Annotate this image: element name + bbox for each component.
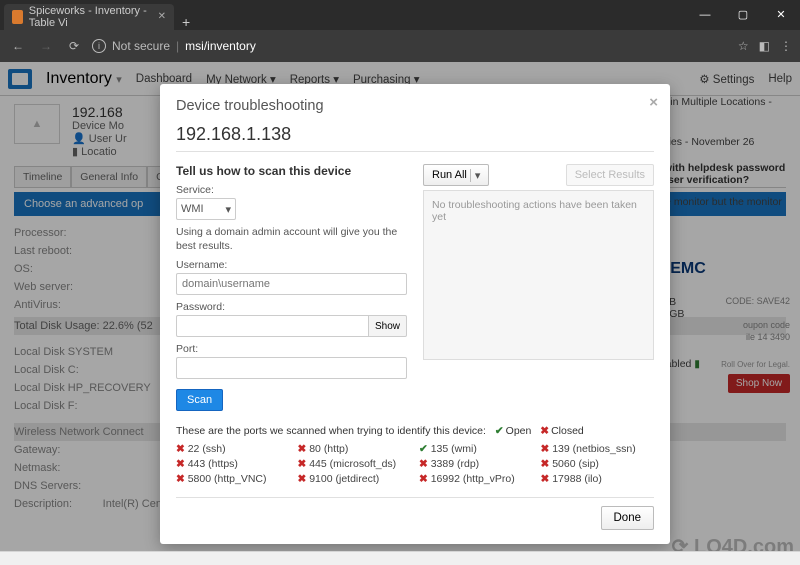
username-field[interactable] bbox=[176, 273, 407, 295]
site-info-icon[interactable]: i bbox=[92, 39, 106, 53]
show-password-button[interactable]: Show bbox=[369, 315, 407, 337]
password-field[interactable] bbox=[176, 315, 369, 337]
port-item: 22 (ssh) bbox=[176, 443, 290, 455]
maximize-button[interactable]: ▢ bbox=[724, 0, 762, 30]
scan-form: Tell us how to scan this device Service:… bbox=[176, 164, 407, 411]
port-item: 5060 (sip) bbox=[541, 458, 655, 470]
menu-icon[interactable]: ⋮ bbox=[780, 39, 792, 53]
ports-header: These are the ports we scanned when tryi… bbox=[176, 425, 654, 437]
spiceworks-favicon-icon bbox=[12, 10, 23, 24]
port-item: 139 (netbios_ssn) bbox=[541, 443, 655, 455]
port-field[interactable] bbox=[176, 357, 407, 379]
minimize-button[interactable]: — bbox=[686, 0, 724, 30]
tab-strip: Spiceworks - Inventory - Table Vi ✕ + bbox=[0, 0, 686, 30]
port-item: 80 (http) bbox=[298, 443, 412, 455]
new-tab-button[interactable]: + bbox=[174, 14, 198, 30]
port-item: 135 (wmi) bbox=[419, 443, 533, 455]
port-item: 443 (https) bbox=[176, 458, 290, 470]
port-item: 3389 (rdp) bbox=[419, 458, 533, 470]
select-results-button[interactable]: Select Results bbox=[566, 164, 654, 186]
done-button[interactable]: Done bbox=[601, 506, 655, 530]
scan-header: Tell us how to scan this device bbox=[176, 164, 407, 178]
tab-title: Spiceworks - Inventory - Table Vi bbox=[29, 5, 152, 29]
legend-closed: Closed bbox=[551, 425, 584, 437]
port-label: Port: bbox=[176, 343, 407, 355]
scan-button[interactable]: Scan bbox=[176, 389, 223, 411]
closed-legend-icon bbox=[540, 425, 551, 437]
chevron-down-icon: ▾ bbox=[225, 203, 231, 216]
url-text: msi/inventory bbox=[185, 39, 256, 53]
port-item: 445 (microsoft_ds) bbox=[298, 458, 412, 470]
username-label: Username: bbox=[176, 259, 407, 271]
horizontal-scrollbar[interactable] bbox=[0, 551, 800, 565]
troubleshoot-modal: × Device troubleshooting 192.168.1.138 T… bbox=[160, 84, 670, 544]
modal-title: Device troubleshooting bbox=[176, 98, 654, 114]
browser-tab[interactable]: Spiceworks - Inventory - Table Vi ✕ bbox=[4, 4, 174, 30]
reload-icon[interactable]: ⟳ bbox=[64, 39, 84, 53]
url-input[interactable]: i Not secure | msi/inventory bbox=[92, 39, 730, 53]
window-controls: — ▢ ✕ bbox=[686, 0, 800, 30]
scan-hint: Using a domain admin account will give y… bbox=[176, 226, 407, 253]
chevron-down-icon: ▾ bbox=[470, 169, 481, 182]
port-item: 16992 (http_vPro) bbox=[419, 473, 533, 485]
forward-icon: → bbox=[36, 39, 56, 53]
password-label: Password: bbox=[176, 301, 407, 313]
close-tab-icon[interactable]: ✕ bbox=[158, 11, 166, 22]
legend-open: Open bbox=[506, 425, 532, 437]
modal-device-ip: 192.168.1.138 bbox=[176, 124, 654, 152]
security-warning: Not secure bbox=[112, 39, 170, 53]
open-legend-icon bbox=[495, 425, 506, 437]
port-item: 9100 (jetdirect) bbox=[298, 473, 412, 485]
run-all-button[interactable]: Run All▾ bbox=[423, 164, 489, 186]
service-label: Service: bbox=[176, 184, 407, 196]
window-titlebar: Spiceworks - Inventory - Table Vi ✕ + — … bbox=[0, 0, 800, 30]
port-item: 17988 (ilo) bbox=[541, 473, 655, 485]
back-icon[interactable]: ← bbox=[8, 39, 28, 53]
port-item: 5800 (http_VNC) bbox=[176, 473, 290, 485]
extensions-icon[interactable]: ◧ bbox=[759, 39, 770, 53]
bookmark-icon[interactable]: ☆ bbox=[738, 39, 749, 53]
results-panel: Run All▾ Select Results No troubleshooti… bbox=[423, 164, 654, 411]
service-select[interactable]: WMI▾ bbox=[176, 198, 236, 220]
results-box: No troubleshooting actions have been tak… bbox=[423, 190, 654, 360]
close-window-button[interactable]: ✕ bbox=[762, 0, 800, 30]
address-bar: ← → ⟳ i Not secure | msi/inventory ☆ ◧ ⋮ bbox=[0, 30, 800, 62]
close-modal-icon[interactable]: × bbox=[649, 94, 658, 111]
ports-list: 22 (ssh) 80 (http) 135 (wmi) 139 (netbios_s… bbox=[176, 443, 654, 485]
